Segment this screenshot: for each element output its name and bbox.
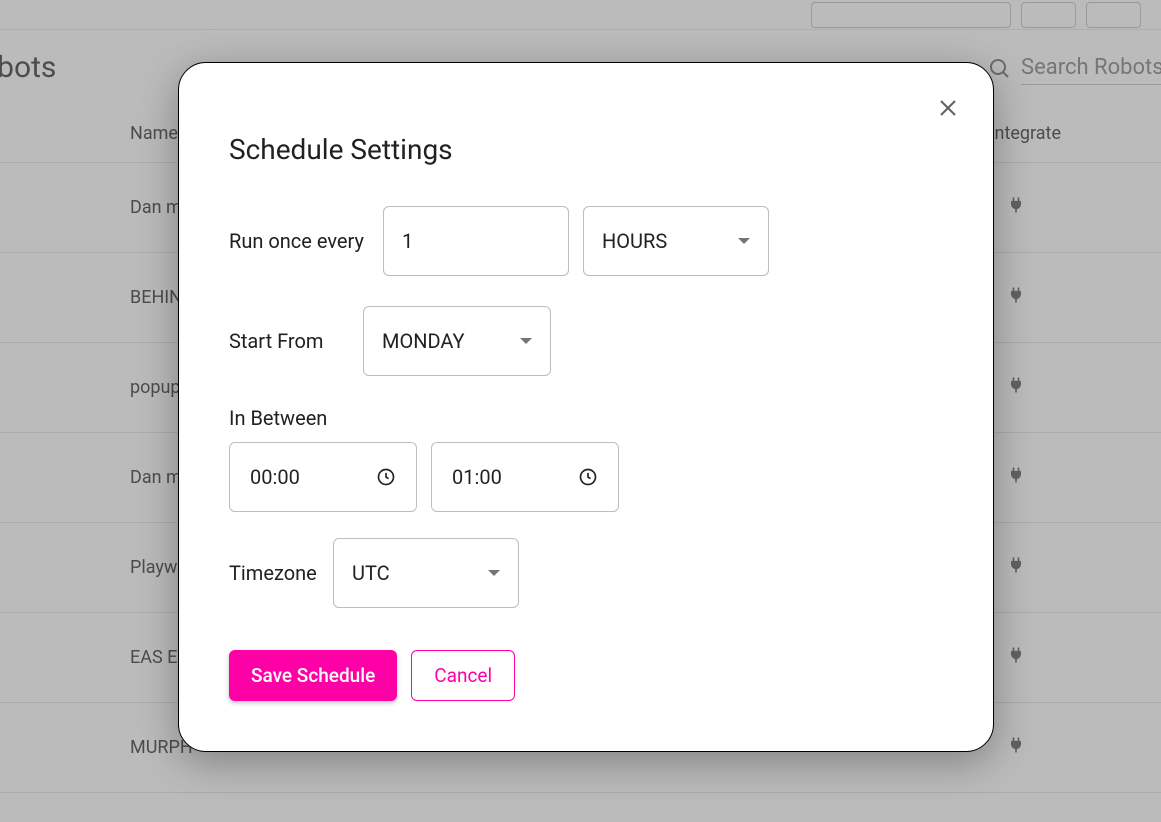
interval-unit-select[interactable]: HOURS [583, 206, 769, 276]
start-from-value: MONDAY [382, 329, 465, 353]
time-start-value: 00:00 [250, 465, 300, 489]
run-every-row: Run once every HOURS [229, 206, 943, 276]
modal-title: Schedule Settings [229, 133, 943, 166]
time-end-value: 01:00 [452, 465, 502, 489]
clock-icon [578, 467, 598, 487]
chevron-down-icon [520, 338, 532, 344]
button-row: Save Schedule Cancel [229, 650, 943, 701]
in-between-section: In Between 00:00 01:00 [229, 406, 943, 512]
cancel-button[interactable]: Cancel [411, 650, 515, 701]
chevron-down-icon [488, 570, 500, 576]
interval-value-input[interactable] [383, 206, 569, 276]
interval-unit-value: HOURS [602, 229, 667, 253]
start-from-row: Start From MONDAY [229, 306, 943, 376]
run-every-label: Run once every [229, 229, 369, 253]
timezone-value: UTC [352, 561, 390, 585]
timezone-select[interactable]: UTC [333, 538, 519, 608]
close-button[interactable] [938, 98, 958, 118]
timezone-label: Timezone [229, 561, 319, 585]
save-schedule-button[interactable]: Save Schedule [229, 650, 397, 701]
in-between-label: In Between [229, 406, 943, 430]
schedule-settings-modal: Schedule Settings Run once every HOURS S… [178, 62, 994, 752]
time-inputs: 00:00 01:00 [229, 442, 943, 512]
time-end-input[interactable]: 01:00 [431, 442, 619, 512]
clock-icon [376, 467, 396, 487]
start-from-label: Start From [229, 329, 349, 353]
start-from-select[interactable]: MONDAY [363, 306, 551, 376]
timezone-row: Timezone UTC [229, 538, 943, 608]
time-start-input[interactable]: 00:00 [229, 442, 417, 512]
chevron-down-icon [738, 238, 750, 244]
